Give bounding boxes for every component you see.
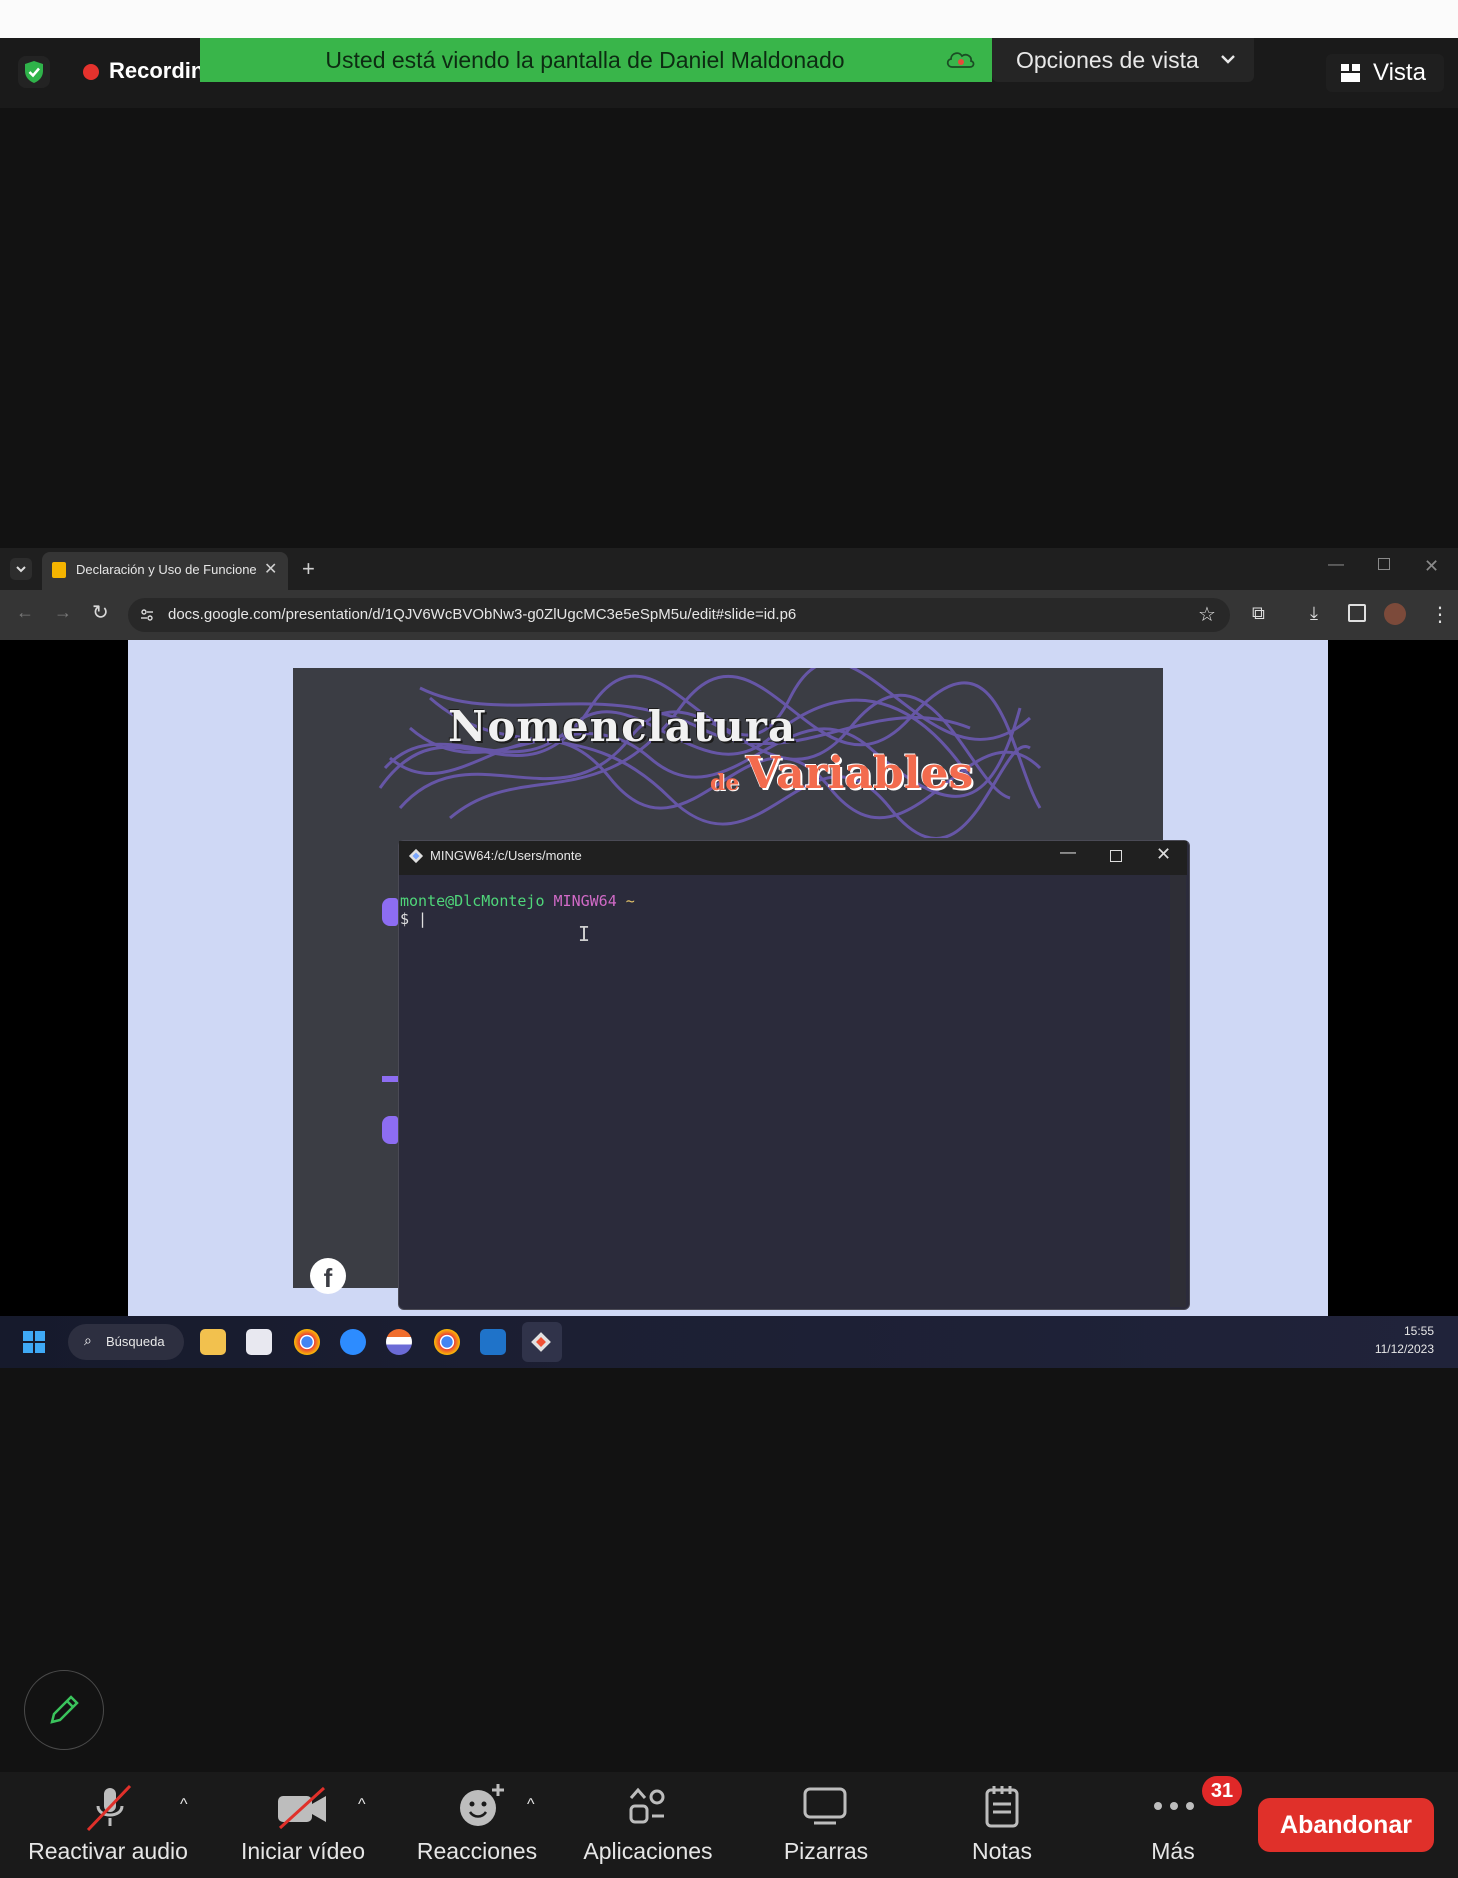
recording-dot-icon	[83, 64, 99, 80]
whiteboards-label[interactable]: Pizarras	[764, 1838, 888, 1865]
slides-favicon-icon	[52, 562, 66, 578]
chevron-down-icon	[1218, 49, 1238, 69]
terminal-title: MINGW64:/c/Users/monte	[430, 848, 582, 863]
chrome-icon[interactable]	[294, 1329, 320, 1355]
notes-label[interactable]: Notas	[956, 1838, 1048, 1865]
window-close-icon[interactable]: ✕	[1424, 556, 1439, 577]
side-panel-icon[interactable]	[1348, 604, 1366, 622]
file-explorer-icon[interactable]	[200, 1329, 226, 1355]
system-top-strip	[0, 0, 1458, 38]
terminal-prompt-line: monte@DlcMontejo MINGW64 ~	[400, 892, 635, 910]
screen-share-banner-text: Usted está viendo la pantalla de Daniel …	[325, 47, 845, 73]
terminal-window[interactable]	[398, 840, 1190, 1310]
git-bash-icon	[408, 848, 424, 864]
terminal-minimize-icon[interactable]: —	[1060, 844, 1076, 862]
recording-label[interactable]: Recordin	[109, 58, 204, 84]
apps-label[interactable]: Aplicaciones	[572, 1838, 724, 1865]
cloud-recording-icon	[944, 48, 976, 70]
address-url[interactable]: docs.google.com/presentation/d/1QJV6WcBV…	[168, 606, 796, 623]
start-video-label[interactable]: Iniciar vídeo	[228, 1838, 378, 1865]
notes-icon[interactable]	[982, 1784, 1022, 1828]
reactions-smiley-icon[interactable]	[456, 1782, 506, 1830]
app-icon[interactable]	[386, 1329, 412, 1355]
new-tab-icon[interactable]: +	[302, 556, 315, 582]
prompt-user: monte@DlcMontejo	[400, 892, 545, 910]
zoom-app-icon[interactable]	[340, 1329, 366, 1355]
unmute-audio-label[interactable]: Reactivar audio	[10, 1838, 206, 1865]
site-info-icon[interactable]	[140, 608, 154, 622]
apps-icon[interactable]	[628, 1786, 668, 1826]
taskbar-search-label: Búsqueda	[106, 1334, 165, 1349]
extensions-icon[interactable]: ⧉	[1252, 603, 1265, 624]
slide-title-connector: de	[710, 770, 740, 796]
vscode-icon[interactable]	[480, 1329, 506, 1355]
slide-bullet-shape	[382, 898, 398, 926]
windows-start-icon[interactable]	[22, 1330, 46, 1354]
slide-title-line1: Nomenclatura	[448, 702, 797, 751]
prompt-path: ~	[625, 892, 635, 910]
bookmark-star-icon[interactable]: ☆	[1198, 602, 1216, 627]
camera-off-icon[interactable]	[276, 1786, 332, 1830]
chrome-profile-icon[interactable]	[434, 1329, 460, 1355]
slide-bullet-shape	[382, 1116, 398, 1144]
slide-title-line2: Variables	[746, 748, 974, 799]
tab-close-icon[interactable]: ✕	[264, 559, 277, 579]
slide-dash-shape	[382, 1076, 398, 1082]
download-icon[interactable]: ⤓	[1310, 603, 1318, 624]
annotate-pencil-button[interactable]	[24, 1670, 104, 1750]
terminal-input-line[interactable]: $ |	[400, 910, 427, 928]
whiteboard-icon[interactable]	[802, 1786, 848, 1826]
terminal-maximize-icon[interactable]	[1110, 850, 1122, 862]
prompt-host: MINGW64	[553, 892, 617, 910]
reactions-label[interactable]: Reacciones	[404, 1838, 550, 1865]
notification-badge: 31	[1202, 1776, 1242, 1806]
window-restore-icon[interactable]	[1378, 558, 1390, 570]
text-cursor-icon: I	[578, 922, 591, 946]
window-minimize-icon[interactable]: —	[1328, 556, 1344, 574]
video-options-caret-icon[interactable]: ^	[358, 1796, 366, 1814]
forward-arrow-icon[interactable]: →	[54, 602, 72, 623]
reload-icon[interactable]: ↻	[92, 600, 109, 625]
git-bash-taskbar-icon[interactable]	[528, 1329, 554, 1355]
audio-options-caret-icon[interactable]: ^	[180, 1796, 188, 1814]
view-button-label: Vista	[1373, 59, 1426, 86]
profile-avatar[interactable]	[1384, 603, 1406, 625]
facebook-icon: f	[310, 1258, 346, 1294]
leave-meeting-label[interactable]: Abandonar	[1258, 1798, 1434, 1852]
terminal-close-icon[interactable]: ✕	[1156, 844, 1171, 865]
reactions-caret-icon[interactable]: ^	[527, 1796, 535, 1814]
security-shield-icon[interactable]	[18, 56, 50, 88]
more-label[interactable]: Más	[1138, 1838, 1208, 1865]
taskbar-time[interactable]: 15:55	[1386, 1324, 1434, 1338]
grid-view-icon	[1340, 63, 1362, 83]
tab-search-chevron-icon[interactable]	[10, 558, 32, 580]
kebab-menu-icon[interactable]: ⋮	[1430, 602, 1450, 627]
more-dots-icon[interactable]	[1150, 1792, 1198, 1820]
taskbar-date[interactable]: 11/12/2023	[1352, 1342, 1434, 1356]
view-options-label: Opciones de vista	[1016, 47, 1199, 73]
browser-tab-title: Declaración y Uso de Funciones	[76, 562, 256, 577]
microphone-muted-icon[interactable]	[84, 1784, 136, 1832]
snipping-tool-icon[interactable]	[246, 1329, 272, 1355]
terminal-scrollbar[interactable]	[1170, 875, 1186, 1307]
back-arrow-icon[interactable]: ←	[16, 602, 34, 623]
search-icon: ⌕	[84, 1332, 92, 1348]
